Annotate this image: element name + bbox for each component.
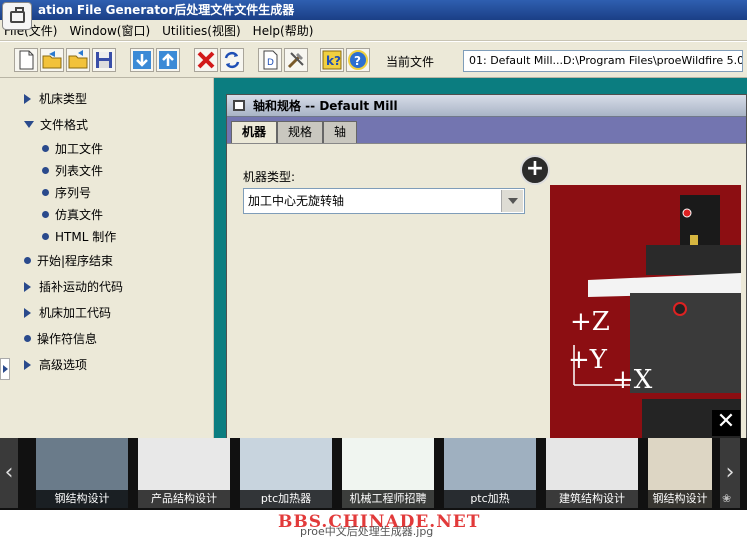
thumb-item[interactable]: ptc加热 bbox=[444, 438, 536, 508]
machine-type-value: 加工中心无旋转轴 bbox=[248, 194, 345, 208]
sidebar-item-file-format[interactable]: 文件格式 bbox=[24, 116, 88, 133]
svg-text:k?: k? bbox=[326, 54, 341, 68]
help-icon[interactable]: ? bbox=[346, 48, 370, 72]
help-query-icon[interactable]: k? bbox=[320, 48, 344, 72]
sidebar-collapse-handle[interactable] bbox=[0, 358, 10, 380]
thumb-item[interactable]: 钢结构设计 bbox=[648, 438, 712, 508]
spindle-head bbox=[680, 195, 720, 245]
thumb-item[interactable]: 机械工程师招聘 bbox=[342, 438, 434, 508]
strip-prev-arrow-icon[interactable]: ‹ bbox=[0, 438, 18, 508]
dialog-title-bar[interactable]: 轴和规格 -- Default Mill bbox=[227, 95, 746, 117]
paw-icon: ❀ bbox=[722, 492, 732, 505]
refresh-icon[interactable] bbox=[220, 48, 244, 72]
zoom-in-icon[interactable]: + bbox=[520, 155, 550, 185]
sidebar-item-sequence-number[interactable]: 序列号 bbox=[42, 184, 91, 201]
window-icon bbox=[233, 100, 245, 111]
tab-spec[interactable]: 规格 bbox=[277, 121, 324, 143]
thumb-item[interactable]: 建筑结构设计 bbox=[546, 438, 638, 508]
axis-y-label: +Y bbox=[568, 345, 608, 375]
download-icon[interactable] bbox=[130, 48, 154, 72]
svg-text:D: D bbox=[267, 58, 274, 68]
save-icon[interactable] bbox=[92, 48, 116, 72]
menu-utilities[interactable]: Utilities(视图) bbox=[162, 22, 241, 39]
column-top bbox=[646, 245, 741, 275]
sidebar-item-interpolation-codes[interactable]: 插补运动的代码 bbox=[24, 278, 123, 295]
sidebar-item-machine-codes[interactable]: 机床加工代码 bbox=[24, 304, 111, 321]
thumb-item[interactable]: 钢结构设计 bbox=[36, 438, 128, 508]
dialog-tab-bar: 机器 规格 轴 bbox=[227, 117, 746, 143]
upload-icon[interactable] bbox=[156, 48, 180, 72]
window-title: ation File Generator后处理文件文件生成器 bbox=[38, 3, 295, 17]
sidebar-item-advanced-options[interactable]: 高级选项 bbox=[24, 356, 87, 373]
table-marker bbox=[673, 302, 687, 316]
menu-help[interactable]: Help(帮助) bbox=[253, 22, 314, 39]
machine-preview-graphic: +Z +Y +X bbox=[568, 195, 741, 438]
menu-window[interactable]: Window(窗口) bbox=[69, 22, 150, 39]
machine-preview: +Z +Y +X bbox=[550, 185, 741, 438]
axis-x-label: +X bbox=[612, 365, 653, 395]
open-folder-icon[interactable] bbox=[40, 48, 64, 72]
chevron-down-icon[interactable] bbox=[501, 190, 523, 212]
thumb-item[interactable]: ptc加热器 bbox=[240, 438, 332, 508]
svg-text:?: ? bbox=[354, 54, 361, 68]
document-icon[interactable]: D bbox=[258, 48, 282, 72]
tab-axes[interactable]: 轴 bbox=[323, 121, 358, 143]
axis-z-label: +Z bbox=[570, 307, 610, 337]
delete-icon[interactable] bbox=[194, 48, 218, 72]
sidebar-item-machining-file[interactable]: 加工文件 bbox=[42, 140, 103, 157]
close-icon[interactable]: ✕ bbox=[712, 410, 740, 436]
spindle-marker bbox=[682, 208, 692, 218]
thumbnail-strip: ‹ 钢结构设计 产品结构设计 ptc加热器 机械工程师招聘 ptc加热 建筑结构… bbox=[0, 438, 747, 510]
sidebar-item-machine-type[interactable]: 机床类型 bbox=[24, 90, 87, 107]
open-folder-up-icon[interactable] bbox=[66, 48, 90, 72]
thumb-item[interactable]: 产品结构设计 bbox=[138, 438, 230, 508]
tab-machine[interactable]: 机器 bbox=[231, 121, 278, 143]
sidebar-item-operator-info[interactable]: 操作符信息 bbox=[24, 330, 97, 347]
sidebar: 机床类型 文件格式 加工文件 列表文件 序列号 仿真文件 HTML 制作 开始|… bbox=[0, 78, 214, 438]
menu-bar: File(文件) Window(窗口) Utilities(视图) Help(帮… bbox=[0, 20, 747, 41]
new-file-icon[interactable] bbox=[14, 48, 38, 72]
machine-type-select[interactable]: 加工中心无旋转轴 bbox=[243, 188, 525, 214]
title-bar: ation File Generator后处理文件文件生成器 bbox=[0, 0, 747, 20]
tools-icon[interactable] bbox=[284, 48, 308, 72]
machine-type-label: 机器类型: bbox=[243, 170, 296, 184]
app-icon[interactable] bbox=[2, 2, 32, 30]
sidebar-item-html[interactable]: HTML 制作 bbox=[42, 228, 116, 245]
dialog-title: 轴和规格 -- Default Mill bbox=[253, 99, 398, 113]
sidebar-item-list-file[interactable]: 列表文件 bbox=[42, 162, 103, 179]
current-file-field[interactable]: 01: Default Mill...D:\Program Files\proe… bbox=[463, 50, 743, 72]
sidebar-item-program-start-end[interactable]: 开始|程序结束 bbox=[24, 252, 113, 269]
sidebar-item-simulation-file[interactable]: 仿真文件 bbox=[42, 206, 103, 223]
current-file-label: 当前文件 bbox=[386, 55, 435, 69]
image-caption: proe中文后处理生成器.jpg bbox=[300, 525, 434, 538]
